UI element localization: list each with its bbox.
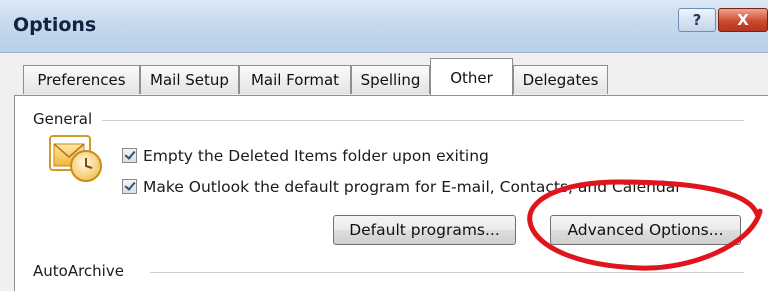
autoarchive-group-divider bbox=[150, 272, 744, 273]
empty-deleted-items-label: Empty the Deleted Items folder upon exit… bbox=[143, 147, 489, 165]
tab-delegates[interactable]: Delegates bbox=[513, 65, 608, 94]
autoarchive-group-label: AutoArchive bbox=[33, 262, 128, 280]
default-programs-button[interactable]: Default programs... bbox=[333, 215, 516, 245]
tab-preferences[interactable]: Preferences bbox=[23, 65, 140, 94]
default-program-checkbox[interactable] bbox=[122, 179, 137, 194]
window-title: Options bbox=[13, 14, 97, 36]
empty-deleted-items-checkbox-row[interactable]: Empty the Deleted Items folder upon exit… bbox=[122, 144, 489, 168]
tab-spelling[interactable]: Spelling bbox=[351, 65, 430, 94]
outlook-options-icon bbox=[49, 135, 102, 182]
default-program-checkbox-row[interactable]: Make Outlook the default program for E-m… bbox=[122, 175, 682, 199]
default-program-label: Make Outlook the default program for E-m… bbox=[143, 178, 682, 196]
tab-mail-format[interactable]: Mail Format bbox=[239, 65, 351, 94]
empty-deleted-items-checkbox[interactable] bbox=[122, 148, 137, 163]
tab-mail-setup[interactable]: Mail Setup bbox=[140, 65, 239, 94]
help-button[interactable]: ? bbox=[678, 8, 716, 32]
advanced-options-button[interactable]: Advanced Options... bbox=[550, 215, 741, 245]
general-group-divider bbox=[102, 120, 744, 121]
title-bar: Options ? X bbox=[0, 0, 768, 53]
tab-other[interactable]: Other bbox=[430, 58, 513, 95]
close-button[interactable]: X bbox=[718, 8, 768, 32]
general-group-label: General bbox=[33, 110, 97, 128]
